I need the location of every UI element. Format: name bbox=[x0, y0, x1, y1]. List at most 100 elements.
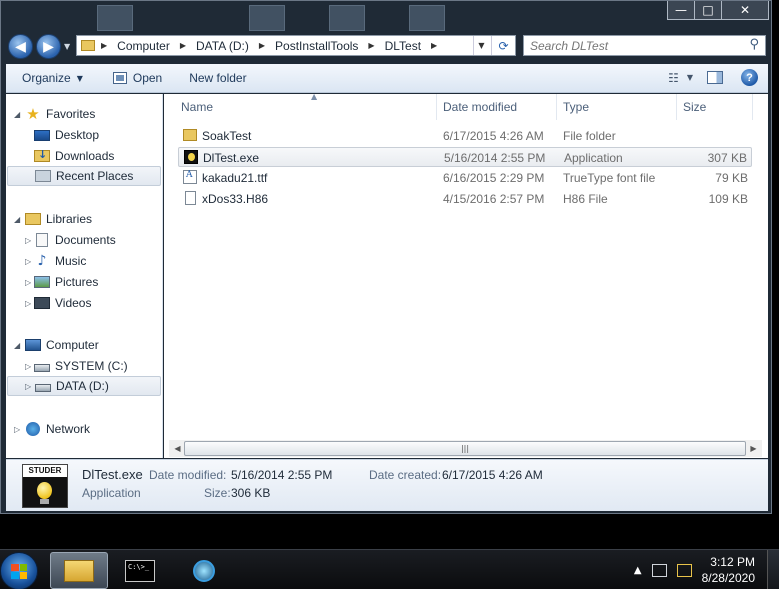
address-history-dropdown[interactable]: ▼ bbox=[473, 36, 489, 55]
title-bar[interactable]: — □ ✕ bbox=[1, 1, 773, 31]
breadcrumb-chevron-icon[interactable]: ▶ bbox=[368, 41, 374, 50]
aero-ghost-icon bbox=[329, 5, 365, 31]
breadcrumb-computer[interactable]: Computer bbox=[117, 39, 170, 53]
arrow-right-icon: ▶ bbox=[43, 38, 54, 55]
taskbar-debugger-button[interactable] bbox=[175, 552, 233, 589]
nav-system-drive[interactable]: SYSTEM (C:) bbox=[34, 356, 128, 376]
nav-music[interactable]: ♪ Music bbox=[34, 251, 87, 271]
app-icon bbox=[184, 150, 198, 164]
breadcrumb-chevron-icon[interactable]: ▶ bbox=[180, 41, 186, 50]
nav-videos[interactable]: Videos bbox=[34, 293, 91, 313]
nav-downloads[interactable]: Downloads bbox=[34, 146, 114, 166]
computer-icon bbox=[25, 339, 41, 351]
network-icon bbox=[26, 422, 40, 436]
collapse-triangle-icon[interactable]: ◢ bbox=[14, 341, 20, 350]
minimize-button[interactable]: — bbox=[668, 1, 695, 19]
column-header-name[interactable]: Name ▲ bbox=[175, 92, 437, 120]
action-center-flag-icon[interactable] bbox=[676, 563, 692, 577]
taskbar-cmd-button[interactable]: C:\>_ bbox=[111, 552, 169, 589]
clock[interactable]: 3:12 PM 8/28/2020 bbox=[702, 554, 755, 586]
close-button[interactable]: ✕ bbox=[722, 1, 768, 19]
organize-button[interactable]: Organize ▼ bbox=[22, 71, 83, 85]
nav-label: Pictures bbox=[55, 275, 99, 289]
expand-triangle-icon[interactable]: ▷ bbox=[25, 382, 31, 391]
nav-pictures[interactable]: Pictures bbox=[34, 272, 98, 292]
file-name: DlTest.exe bbox=[203, 151, 260, 165]
breadcrumb-dltest[interactable]: DLTest bbox=[385, 39, 421, 53]
collapse-triangle-icon[interactable]: ◢ bbox=[14, 110, 20, 119]
refresh-icon[interactable]: ⟳ bbox=[491, 36, 515, 55]
expand-triangle-icon[interactable]: ▷ bbox=[25, 278, 31, 287]
address-bar[interactable]: ▶ Computer ▶ DATA (D:) ▶ PostInstallTool… bbox=[76, 35, 516, 56]
nav-label: Network bbox=[46, 422, 91, 436]
music-icon: ♪ bbox=[37, 253, 47, 269]
maximize-button[interactable]: □ bbox=[695, 1, 722, 19]
column-header-date[interactable]: Date modified bbox=[437, 94, 557, 120]
breadcrumb-chevron-icon[interactable]: ▶ bbox=[431, 41, 437, 50]
open-label: Open bbox=[132, 71, 163, 85]
recent-pages-dropdown[interactable]: ▼ bbox=[64, 42, 70, 51]
scroll-thumb[interactable]: ||| bbox=[184, 441, 746, 456]
table-row[interactable]: xDos33.H86 4/15/2016 2:57 PM H86 File 10… bbox=[178, 189, 752, 209]
nav-favorites[interactable]: ★ Favorites bbox=[25, 104, 95, 124]
expand-triangle-icon[interactable]: ▷ bbox=[25, 362, 31, 371]
horizontal-scrollbar[interactable]: ◀ ||| ▶ bbox=[169, 440, 762, 457]
new-folder-label: New folder bbox=[189, 71, 247, 85]
navigation-row: ◀ ▶ ▼ ▶ Computer ▶ DATA (D:) ▶ PostInsta… bbox=[1, 30, 773, 62]
open-button[interactable]: Open bbox=[112, 71, 163, 85]
search-icon[interactable]: ⚲ bbox=[749, 37, 759, 52]
nav-recent-places[interactable]: Recent Places bbox=[7, 166, 161, 186]
view-dropdown-icon[interactable]: ▼ bbox=[687, 73, 693, 82]
view-options-icon[interactable]: ☷ bbox=[668, 71, 679, 85]
network-tray-icon[interactable] bbox=[651, 563, 667, 577]
column-header-type[interactable]: Type bbox=[557, 94, 677, 120]
table-row[interactable]: kakadu21.ttf 6/16/2015 2:29 PM TrueType … bbox=[178, 168, 752, 188]
bulb-icon bbox=[37, 482, 52, 499]
start-button[interactable] bbox=[0, 552, 38, 589]
search-box[interactable]: ⚲ bbox=[523, 35, 766, 56]
details-created-label: Date created: bbox=[369, 468, 442, 482]
breadcrumb-chevron-icon[interactable]: ▶ bbox=[259, 41, 265, 50]
arrow-left-icon: ◀ bbox=[15, 38, 26, 55]
preview-pane-icon[interactable] bbox=[707, 71, 723, 84]
show-desktop-button[interactable] bbox=[767, 550, 779, 589]
table-row[interactable]: SoakTest 6/17/2015 4:26 AM File folder bbox=[178, 126, 752, 146]
nav-documents[interactable]: Documents bbox=[34, 230, 116, 250]
new-folder-button[interactable]: New folder bbox=[189, 71, 246, 85]
nav-computer[interactable]: Computer bbox=[25, 335, 99, 355]
forward-button[interactable]: ▶ bbox=[36, 34, 61, 59]
desktop-icon bbox=[34, 129, 50, 141]
expand-triangle-icon[interactable]: ▷ bbox=[25, 257, 31, 266]
column-label: Type bbox=[563, 100, 590, 114]
bug-scanner-icon bbox=[193, 559, 215, 582]
breadcrumb-postinstalltools[interactable]: PostInstallTools bbox=[275, 39, 358, 53]
details-file-type: Application bbox=[82, 486, 141, 500]
column-header-size[interactable]: Size bbox=[677, 94, 753, 120]
file-list: Name ▲ Date modified Type Size SoakTest … bbox=[164, 92, 768, 458]
collapse-triangle-icon[interactable]: ◢ bbox=[14, 215, 20, 224]
taskbar-explorer-button[interactable] bbox=[50, 552, 108, 589]
breadcrumb-chevron-icon[interactable]: ▶ bbox=[101, 41, 107, 50]
nav-desktop[interactable]: Desktop bbox=[34, 125, 99, 145]
help-icon[interactable]: ? bbox=[741, 69, 758, 86]
breadcrumb-data-drive[interactable]: DATA (D:) bbox=[196, 39, 249, 53]
expand-triangle-icon[interactable]: ▷ bbox=[25, 236, 31, 245]
scroll-right-icon[interactable]: ▶ bbox=[745, 440, 762, 457]
search-input[interactable] bbox=[530, 38, 735, 53]
aero-ghost-icon bbox=[97, 5, 133, 31]
back-button[interactable]: ◀ bbox=[8, 34, 33, 59]
nav-network[interactable]: Network bbox=[25, 419, 90, 439]
nav-libraries[interactable]: Libraries bbox=[25, 209, 92, 229]
sort-ascending-icon: ▲ bbox=[311, 92, 318, 101]
table-row[interactable]: DlTest.exe 5/16/2014 2:55 PM Application… bbox=[178, 147, 752, 167]
taskbar: C:\>_ ▲ 3:12 PM 8/28/2020 bbox=[0, 549, 779, 589]
navigation-pane: ◢ ★ Favorites Desktop Downloads Recent P… bbox=[6, 94, 163, 458]
bulb-base-icon bbox=[40, 499, 49, 504]
expand-triangle-icon[interactable]: ▷ bbox=[25, 299, 31, 308]
show-hidden-icons-icon[interactable]: ▲ bbox=[634, 565, 642, 576]
organize-label: Organize bbox=[22, 71, 71, 85]
expand-triangle-icon[interactable]: ▷ bbox=[14, 425, 20, 434]
column-label: Name bbox=[181, 100, 214, 114]
recent-places-icon bbox=[35, 170, 51, 182]
details-pane: STUDER DlTest.exe Application Date modif… bbox=[6, 459, 768, 511]
